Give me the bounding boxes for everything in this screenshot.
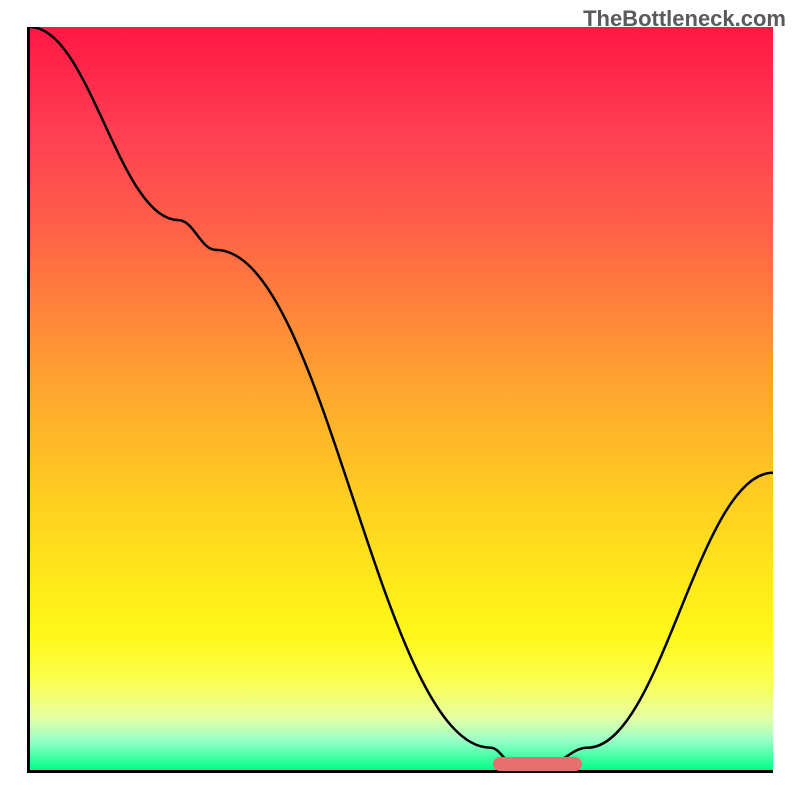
- watermark-text: TheBottleneck.com: [583, 6, 786, 32]
- optimal-range-marker: [493, 757, 583, 771]
- chart-plot-area: [27, 27, 773, 773]
- curve-svg: [30, 27, 773, 770]
- bottleneck-curve-line: [30, 27, 773, 763]
